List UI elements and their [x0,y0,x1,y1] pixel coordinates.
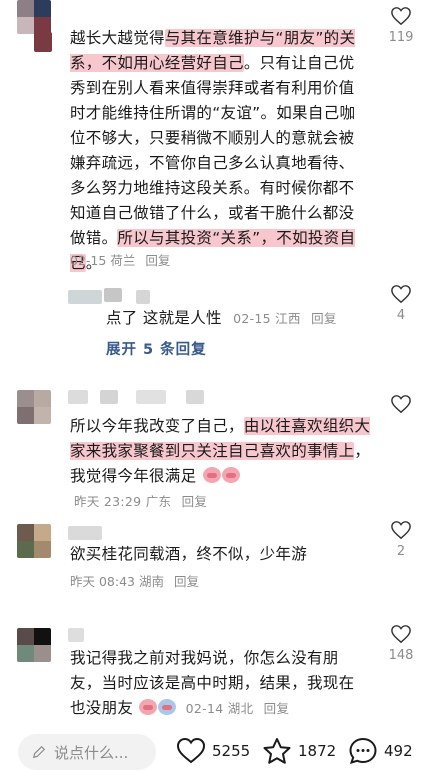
comment-location: 荷兰 [110,253,136,268]
heart-icon [391,521,411,540]
like-button[interactable]: 2 [388,520,414,559]
comment-meta: 02-15 荷兰 回复 [70,250,170,269]
heart-icon [176,737,206,764]
heart-icon [391,7,411,26]
like-button[interactable] [388,394,414,418]
star-icon [263,738,291,764]
reply-button[interactable]: 回复 [174,574,199,589]
username-blur [136,290,150,304]
comment-location: 湖北 [227,701,254,716]
sad-emoji-icon [139,699,158,715]
reply-button[interactable]: 回复 [264,701,290,716]
reply-button[interactable]: 回复 [182,494,208,509]
comment-text: 我记得我之前对我妈说，你怎么没有朋友，当时应该是高中时期，结果，我现在也没朋友 … [70,649,355,717]
username-blur [136,390,166,404]
like-action[interactable]: 5255 [176,737,250,765]
comment-input[interactable]: 说点什么... [18,734,156,770]
comment-location: 江西 [275,311,301,326]
favorite-total: 1872 [298,742,337,760]
comment-date: 02-15 [233,311,271,326]
avatar-blur-extra [34,32,52,52]
username-blur [104,288,122,302]
username-blur [186,390,204,404]
like-count: 2 [396,544,406,559]
reply-text: 点了 这就是人性 02-15 江西 回复 [106,309,337,327]
pig-emoji-icon [221,467,240,483]
comment-date: 昨天 08:43 [70,574,135,589]
heart-icon [391,395,411,414]
reply-button[interactable]: 回复 [145,253,170,268]
heart-icon [391,285,411,304]
pencil-icon [32,745,46,759]
like-button[interactable]: 4 [388,284,414,323]
expand-replies-button[interactable]: 展开 5 条回复 [106,338,207,359]
sad-emoji-icon [158,699,177,715]
avatar[interactable] [17,628,51,662]
username[interactable] [68,628,84,642]
favorite-action[interactable]: 1872 [262,737,336,765]
comment-text: 所以今年我改变了自己，由以往喜欢组织大家来我家聚餐到只关注自己喜欢的事情上，我觉… [70,417,371,509]
like-count: 4 [396,308,406,323]
pig-emoji-icon [202,467,221,483]
like-count: 119 [388,30,414,45]
comment-text: 欲买桂花同载酒，终不似，少年游 [70,545,308,563]
like-total: 5255 [212,742,251,760]
reply-button[interactable]: 回复 [311,311,337,326]
comment-location: 湖南 [138,574,164,589]
username-blur [100,390,118,404]
like-count: 148 [388,648,414,663]
comment-text: 越长大越觉得与其在意维护与“朋友”的关系，不如用心经营好自己。只有让自己优秀到在… [70,29,356,272]
comment-meta: 昨天 08:43 湖南 回复 [70,571,199,590]
comment-total: 492 [384,742,413,760]
comment-date: 02-15 [70,253,107,268]
username[interactable] [68,390,88,404]
avatar[interactable] [17,0,51,34]
comment-location: 广东 [145,494,172,509]
username[interactable] [68,526,102,540]
heart-icon [391,625,411,644]
bottom-action-bar: 说点什么... 5255 1872 492 [0,722,432,772]
comment-date: 02-14 [185,701,224,716]
comment-action[interactable]: 492 [348,737,413,765]
avatar[interactable] [17,390,51,424]
username[interactable] [68,290,102,304]
like-button[interactable]: 119 [388,6,414,45]
chat-bubble-icon [349,737,377,765]
input-placeholder: 说点什么... [54,743,129,762]
comment-date: 昨天 23:29 [74,494,142,509]
like-button[interactable]: 148 [388,624,414,663]
avatar[interactable] [17,524,51,558]
